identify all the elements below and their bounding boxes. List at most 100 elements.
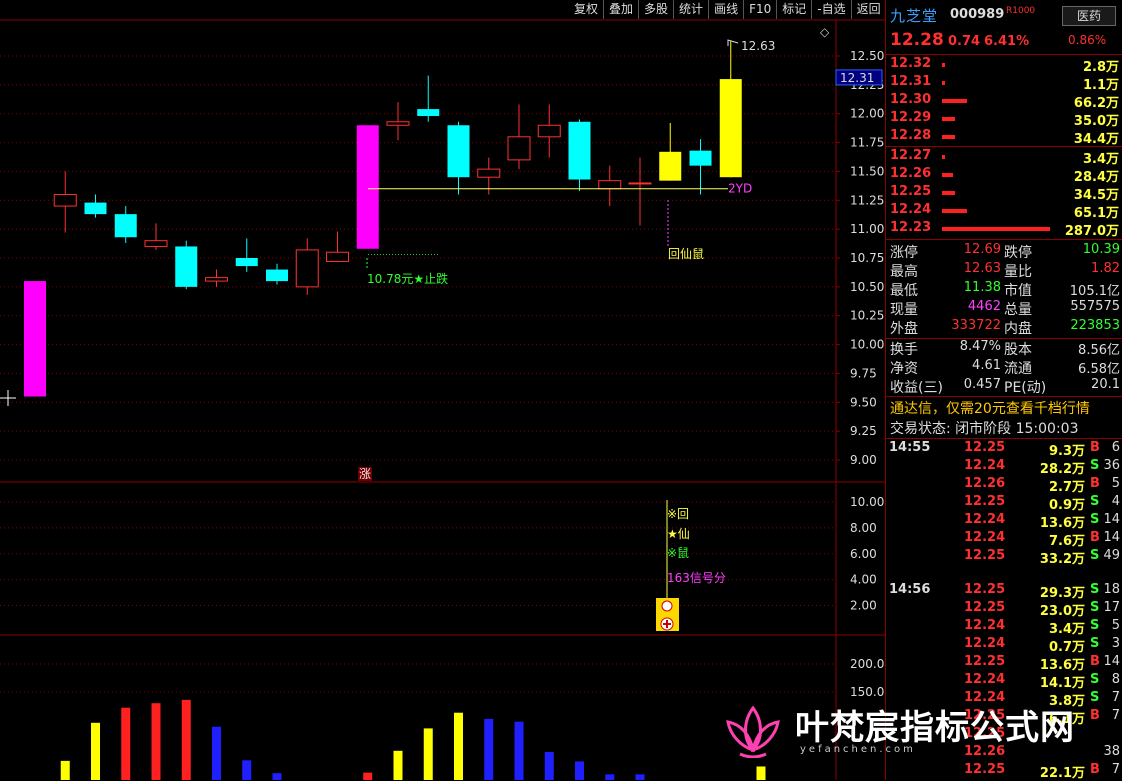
tick-count: 7	[1111, 690, 1120, 705]
stat-value: 11.38	[963, 280, 1001, 295]
candle-body	[477, 168, 501, 178]
tick-row[interactable]: 12.24 0.7万 S 3	[886, 636, 1122, 655]
orderbook-row[interactable]: 12.30 66.2万	[886, 92, 1122, 111]
orderbook-volume: 66.2万	[1073, 96, 1119, 111]
orderbook-row[interactable]: 12.29 35.0万	[886, 110, 1122, 129]
volume-bar	[756, 766, 766, 780]
stat-value: 8.56亿	[1078, 343, 1120, 358]
high-marker	[727, 39, 739, 46]
tick-volume: 2.7万	[1048, 480, 1085, 495]
candle-body	[659, 151, 682, 181]
tick-side: S	[1090, 494, 1100, 509]
tick-row[interactable]: 12.25 23.0万 S 17	[886, 600, 1122, 619]
signal-tag: ※回	[667, 507, 689, 521]
stat-row: 最低 11.38 市值 105.1亿	[886, 280, 1122, 299]
stop-label: 10.78元★止跌	[367, 271, 448, 286]
tick-price: 12.25	[964, 440, 1006, 455]
tick-row[interactable]: 14:56 12.25 29.3万 S 18	[886, 582, 1122, 601]
orderbook-volume: 28.4万	[1073, 170, 1119, 185]
orderbook-row[interactable]: 12.23 287.0万	[886, 220, 1122, 239]
stat-value: 4462	[967, 299, 1001, 314]
stat-label: 内盘	[1004, 321, 1032, 337]
volume-bar	[363, 772, 373, 780]
tick-count: 49	[1103, 548, 1120, 563]
volume-bar	[242, 760, 252, 780]
tick-side: B	[1090, 654, 1100, 669]
axis-label: 6.00	[850, 547, 877, 561]
candle-body	[53, 194, 77, 207]
tick-price: 12.26	[964, 476, 1006, 491]
candle-body	[356, 125, 379, 249]
industry-change: 0.86%	[1068, 33, 1107, 47]
watermark-text: 叶梵宸指标公式网	[795, 708, 1075, 748]
axis-label: 10.50	[850, 280, 884, 294]
stat-label: 涨停	[890, 245, 918, 261]
stat-row: 收益(三) 0.457 PE(动) 20.1	[886, 377, 1122, 396]
tick-row[interactable]: 12.24 14.1万 S 8	[886, 672, 1122, 691]
orderbook-row[interactable]: 12.32 2.8万	[886, 56, 1122, 75]
stat-label: 净资	[890, 361, 918, 377]
candle-body	[175, 246, 198, 287]
stat-label: 总量	[1004, 302, 1032, 318]
current-price: 12.28	[890, 30, 944, 50]
tick-price: 12.24	[964, 618, 1006, 633]
settings-icon[interactable]: ◇	[820, 25, 830, 39]
stat-value: 1.82	[1091, 261, 1120, 276]
axis-label: 200.0	[850, 657, 884, 671]
stat-label: 换手	[890, 342, 918, 358]
tick-row[interactable]: 12.25 33.2万 S 49	[886, 548, 1122, 567]
orderbook-price: 12.32	[890, 56, 932, 71]
tick-row[interactable]: 14:55 12.25 9.3万 B 6	[886, 440, 1122, 459]
signal-score: 163信号分	[667, 571, 726, 585]
tick-row[interactable]: 12.26 2.7万 B 5	[886, 476, 1122, 495]
tick-row[interactable]: 12.24 13.6万 S 14	[886, 512, 1122, 531]
volume-bar	[60, 760, 70, 780]
orderbook-row[interactable]: 12.27 3.4万	[886, 148, 1122, 167]
tick-row[interactable]: 12.24 28.2万 S 36	[886, 458, 1122, 477]
tick-price: 12.24	[964, 458, 1006, 473]
promo-banner[interactable]: 通达信，仅需20元查看千档行情	[890, 398, 1090, 418]
tick-row[interactable]: 12.25 0.9万 S 4	[886, 494, 1122, 513]
axis-label: 4.00	[850, 573, 877, 587]
stat-value: 12.69	[963, 242, 1001, 257]
volume-bar	[393, 750, 403, 780]
tick-count: 6	[1111, 440, 1120, 455]
tick-row[interactable]: 12.25 22.1万 B 7	[886, 762, 1122, 781]
orderbook-row[interactable]: 12.28 34.4万	[886, 128, 1122, 147]
tick-row[interactable]: 12.24 3.4万 S 5	[886, 618, 1122, 637]
stat-value: 333722	[951, 318, 1001, 333]
stat-value: 105.1亿	[1069, 284, 1120, 299]
stat-value: 10.39	[1082, 242, 1120, 257]
industry-button[interactable]: 医药	[1062, 6, 1116, 26]
divider	[886, 54, 1122, 55]
tick-row[interactable]: 12.25 13.6万 B 14	[886, 654, 1122, 673]
stat-row: 现量 4462 总量 557575	[886, 299, 1122, 318]
candle-body	[689, 150, 712, 166]
candle-body	[719, 79, 742, 178]
orderbook-row[interactable]: 12.26 28.4万	[886, 166, 1122, 185]
orderbook-row[interactable]: 12.31 1.1万	[886, 74, 1122, 93]
tick-price: 12.25	[964, 582, 1006, 597]
kline-chart[interactable]: ◇12.5012.2512.0011.7511.5011.2511.0010.7…	[0, 0, 885, 780]
tick-side: B	[1090, 708, 1100, 723]
stat-value: 223853	[1070, 318, 1120, 333]
tick-price: 12.25	[964, 762, 1006, 777]
tick-volume: 14.1万	[1039, 676, 1085, 691]
tick-side: S	[1090, 618, 1100, 633]
orderbook-row[interactable]: 12.24 65.1万	[886, 202, 1122, 221]
orderbook-price: 12.25	[890, 184, 932, 199]
tick-row[interactable]: 12.24 7.6万 B 14	[886, 530, 1122, 549]
volume-bar	[181, 699, 191, 780]
orderbook-bar	[942, 191, 955, 195]
stat-label: 流通	[1004, 361, 1032, 377]
orderbook-volume: 3.4万	[1082, 152, 1119, 167]
orderbook-bar	[942, 209, 967, 213]
stat-value: 8.47%	[959, 339, 1001, 354]
axis-label: 12.50	[850, 49, 884, 63]
axis-label: 9.25	[850, 424, 877, 438]
tick-side: S	[1090, 458, 1100, 473]
orderbook-row[interactable]: 12.25 34.5万	[886, 184, 1122, 203]
tick-price: 12.24	[964, 672, 1006, 687]
candle-body	[205, 277, 228, 282]
tick-count: 14	[1103, 530, 1120, 545]
